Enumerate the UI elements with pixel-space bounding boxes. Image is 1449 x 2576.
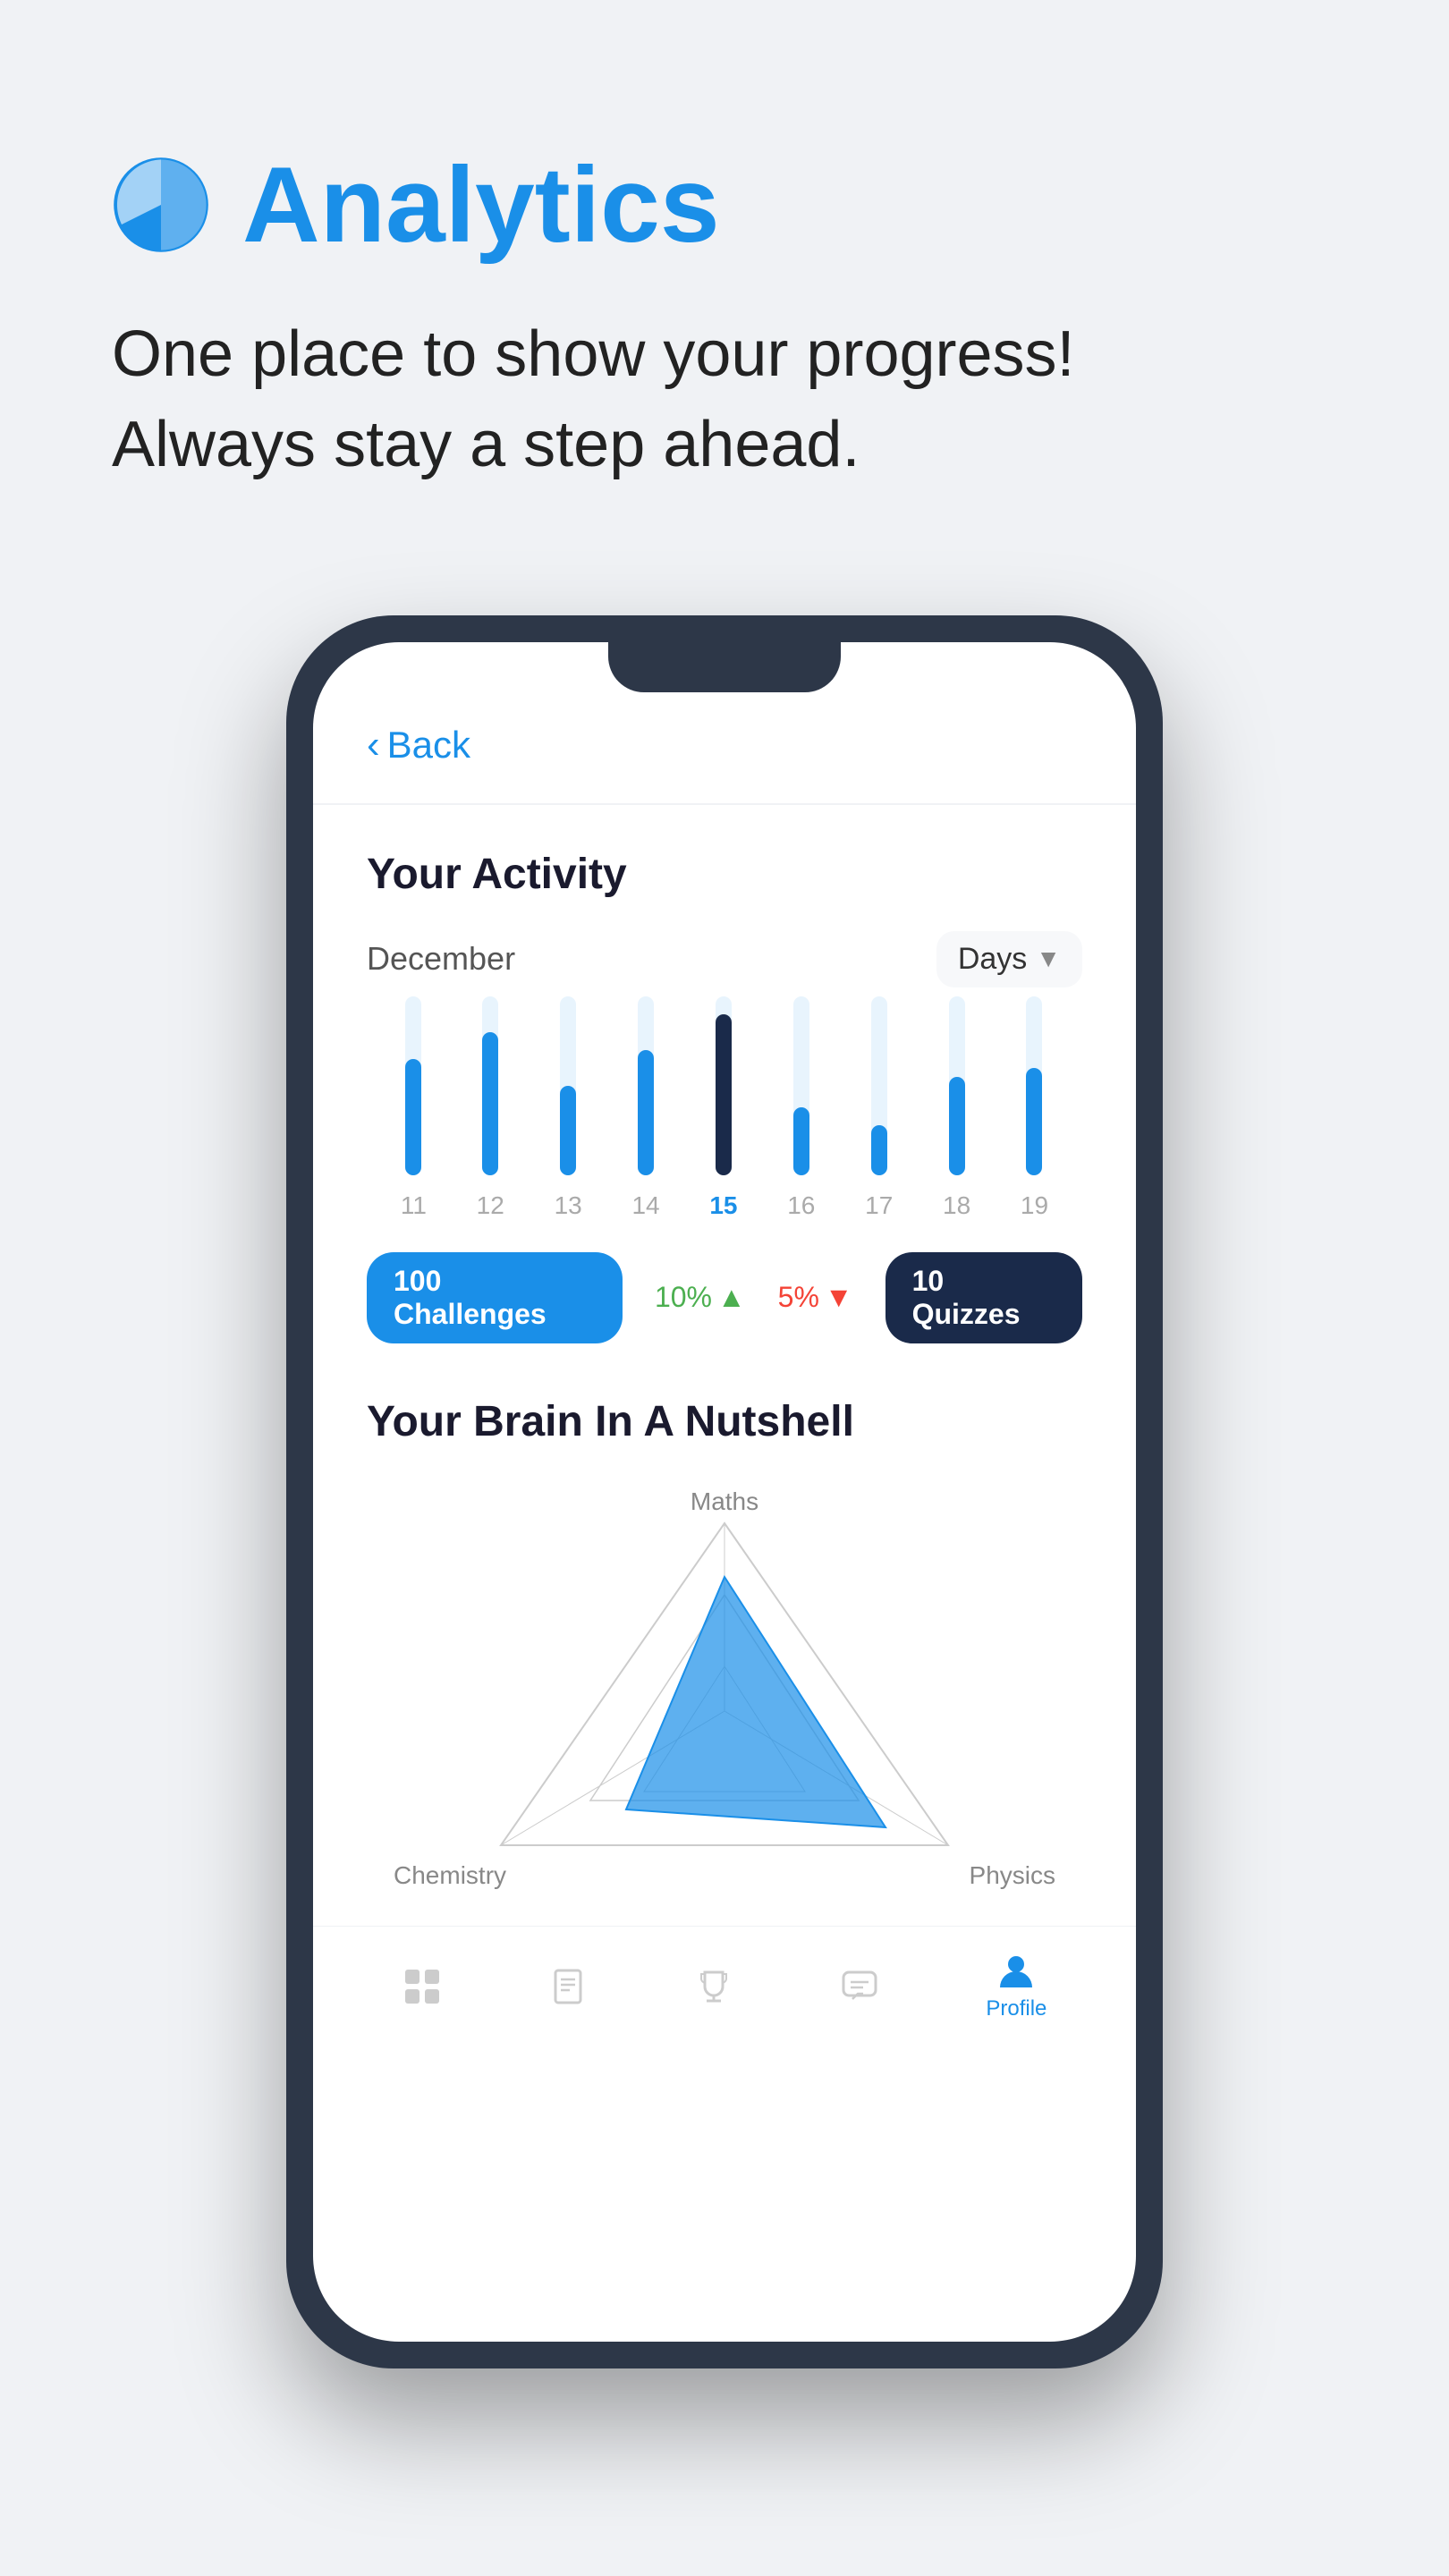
bar-fill bbox=[482, 1032, 498, 1175]
brain-section-title: Your Brain In A Nutshell bbox=[367, 1397, 1082, 1446]
nav-item-book[interactable] bbox=[548, 1967, 588, 2006]
activity-bar-chart: 11 12 13 bbox=[367, 1023, 1082, 1220]
radar-chart: Maths Chemistry Physics bbox=[367, 1479, 1082, 1908]
phone-screen: ‹ Back Your Activity December Days ▼ bbox=[313, 642, 1136, 2342]
bar-11: 11 bbox=[401, 996, 427, 1220]
bar-17: 17 bbox=[865, 996, 893, 1220]
brain-section: Your Brain In A Nutshell bbox=[367, 1397, 1082, 1908]
month-label: December bbox=[367, 940, 515, 978]
back-button[interactable]: ‹ Back bbox=[367, 723, 1082, 767]
bar-track bbox=[949, 996, 965, 1175]
dropdown-arrow-icon: ▼ bbox=[1036, 945, 1061, 973]
bar-fill bbox=[638, 1050, 654, 1175]
arrow-down-icon: ▼ bbox=[825, 1281, 853, 1314]
phone-mockup: ‹ Back Your Activity December Days ▼ bbox=[0, 615, 1449, 2368]
bar-track bbox=[793, 996, 809, 1175]
bar-14: 14 bbox=[631, 996, 659, 1220]
arrow-up-icon: ▲ bbox=[717, 1281, 746, 1314]
bar-label-active: 15 bbox=[709, 1191, 737, 1220]
divider bbox=[313, 803, 1136, 805]
activity-section-title: Your Activity bbox=[367, 850, 1082, 899]
profile-icon bbox=[996, 1952, 1036, 1991]
bar-track bbox=[482, 996, 498, 1175]
bar-track bbox=[716, 996, 732, 1175]
header-title-row: Analytics bbox=[112, 143, 1337, 267]
bar-track bbox=[638, 996, 654, 1175]
bar-fill bbox=[560, 1086, 576, 1175]
chat-icon bbox=[840, 1967, 879, 2006]
header-subtitle: One place to show your progress! Always … bbox=[112, 309, 1337, 490]
bar-fill-active bbox=[716, 1014, 732, 1175]
bar-fill bbox=[405, 1059, 421, 1175]
page-title: Analytics bbox=[242, 143, 720, 267]
bar-track bbox=[1026, 996, 1042, 1175]
bar-label: 17 bbox=[865, 1191, 893, 1220]
bar-fill bbox=[1026, 1068, 1042, 1175]
radar-label-chemistry: Chemistry bbox=[394, 1861, 506, 1890]
radar-label-physics: Physics bbox=[970, 1861, 1055, 1890]
bar-16: 16 bbox=[787, 996, 815, 1220]
bar-13: 13 bbox=[555, 996, 582, 1220]
nav-item-home[interactable] bbox=[402, 1967, 442, 2006]
quizzes-badge: 10 Quizzes bbox=[886, 1252, 1082, 1343]
bar-label: 14 bbox=[631, 1191, 659, 1220]
nav-item-chat[interactable] bbox=[840, 1967, 879, 2006]
screen-content: ‹ Back Your Activity December Days ▼ bbox=[313, 642, 1136, 1908]
page-header: Analytics One place to show your progres… bbox=[0, 0, 1449, 544]
bar-track bbox=[405, 996, 421, 1175]
bar-label: 13 bbox=[555, 1191, 582, 1220]
bar-fill bbox=[793, 1107, 809, 1175]
bar-15-active: 15 bbox=[709, 996, 737, 1220]
bar-12: 12 bbox=[477, 996, 504, 1220]
days-filter-label: Days bbox=[958, 942, 1027, 977]
bar-label: 18 bbox=[943, 1191, 970, 1220]
nav-item-trophy[interactable] bbox=[694, 1967, 733, 2006]
days-filter-dropdown[interactable]: Days ▼ bbox=[936, 931, 1082, 987]
phone-outer: ‹ Back Your Activity December Days ▼ bbox=[286, 615, 1163, 2368]
bar-label: 19 bbox=[1021, 1191, 1048, 1220]
bar-fill bbox=[949, 1077, 965, 1175]
trophy-icon bbox=[694, 1967, 733, 2006]
challenges-badge: 100 Challenges bbox=[367, 1252, 623, 1343]
profile-nav-label: Profile bbox=[986, 1996, 1046, 2021]
bar-18: 18 bbox=[943, 996, 970, 1220]
nav-item-profile[interactable]: Profile bbox=[986, 1952, 1046, 2021]
bar-19: 19 bbox=[1021, 996, 1048, 1220]
back-label: Back bbox=[387, 724, 470, 767]
grid-icon bbox=[402, 1967, 442, 2006]
phone-notch bbox=[608, 642, 841, 692]
stat-up: 10% ▲ bbox=[655, 1281, 746, 1314]
stats-row: 100 Challenges 10% ▲ 5% ▼ 10 Quizzes bbox=[367, 1252, 1082, 1343]
bar-label: 12 bbox=[477, 1191, 504, 1220]
bar-label: 11 bbox=[401, 1191, 427, 1220]
bar-fill bbox=[871, 1125, 887, 1175]
bar-track bbox=[871, 996, 887, 1175]
bar-label: 16 bbox=[787, 1191, 815, 1220]
radar-label-maths: Maths bbox=[691, 1487, 758, 1516]
book-icon bbox=[548, 1967, 588, 2006]
bottom-nav: Profile bbox=[313, 1926, 1136, 2046]
bar-track bbox=[560, 996, 576, 1175]
back-chevron-icon: ‹ bbox=[367, 723, 380, 767]
analytics-pie-icon bbox=[112, 156, 210, 254]
month-row: December Days ▼ bbox=[367, 931, 1082, 987]
radar-labels: Maths Chemistry Physics bbox=[367, 1479, 1082, 1908]
stat-down: 5% ▼ bbox=[778, 1281, 853, 1314]
